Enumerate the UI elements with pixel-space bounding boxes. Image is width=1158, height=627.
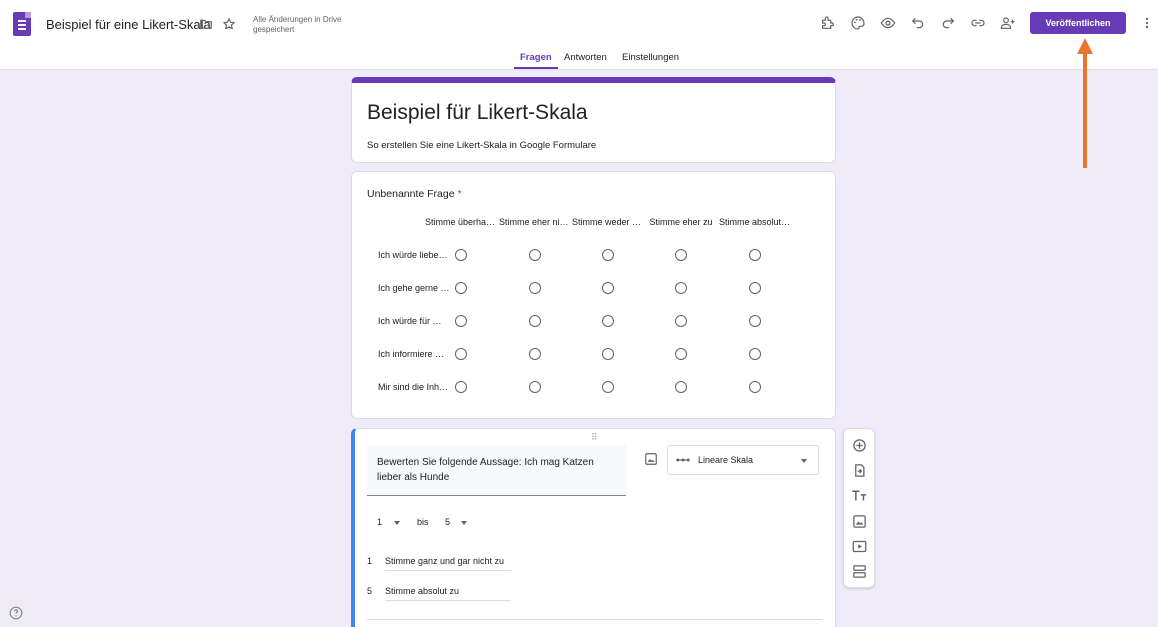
- grid-radio-button[interactable]: [455, 315, 467, 327]
- grid-radio-button[interactable]: [749, 315, 761, 327]
- grid-radio-button[interactable]: [529, 282, 541, 294]
- google-forms-icon[interactable]: [13, 12, 31, 36]
- label-max-number: 5: [367, 586, 373, 596]
- label-min-number: 1: [367, 556, 373, 566]
- question-title: Unbenannte Frage *: [367, 188, 462, 200]
- import-questions-icon[interactable]: [852, 463, 867, 478]
- grid-radio-button[interactable]: [749, 249, 761, 261]
- grid-radio-button[interactable]: [455, 381, 467, 393]
- grid-row-label: Ich gehe gerne …: [378, 283, 450, 293]
- scale-from-select[interactable]: 1: [377, 517, 382, 527]
- label-max-input[interactable]: Stimme absolut zu: [385, 586, 511, 601]
- required-asterisk: *: [457, 188, 462, 200]
- chevron-down-icon: [801, 459, 807, 463]
- grid-radio-button[interactable]: [602, 249, 614, 261]
- tab-responses[interactable]: Antworten: [564, 52, 607, 69]
- grid-row-label: Mir sind die Inh…: [378, 382, 449, 392]
- grid-radio-button[interactable]: [602, 315, 614, 327]
- grid-radio-button[interactable]: [529, 348, 541, 360]
- grid-row-label: Ich würde für …: [378, 316, 442, 326]
- card-footer-divider: [367, 619, 822, 620]
- grid-column-header: Stimme überhaupt nicht zu: [425, 217, 497, 227]
- form-header-card[interactable]: Beispiel für Likert-Skala So erstellen S…: [351, 77, 836, 163]
- question-type-label: Lineare Skala: [698, 455, 754, 465]
- more-vert-icon[interactable]: [1140, 15, 1154, 31]
- form-title[interactable]: Beispiel für Likert-Skala: [367, 101, 588, 125]
- tab-questions[interactable]: Fragen: [514, 52, 558, 69]
- grid-radio-button[interactable]: [749, 348, 761, 360]
- top-bar: Beispiel für eine Likert-Skala Alle Ände…: [0, 0, 1158, 70]
- grid-radio-button[interactable]: [675, 249, 687, 261]
- grid-column-header: Stimme eher zu: [649, 217, 713, 227]
- add-question-icon[interactable]: [852, 438, 867, 453]
- grid-radio-button[interactable]: [529, 249, 541, 261]
- addon-puzzle-icon[interactable]: [820, 15, 836, 31]
- undo-icon[interactable]: [910, 15, 926, 31]
- save-status-line1: Alle Änderungen in Drive: [253, 15, 342, 24]
- save-status: Alle Änderungen in Drive gespeichert: [253, 15, 363, 35]
- grid-row-label: Ich würde lieber…: [378, 250, 450, 260]
- label-min-input[interactable]: Stimme ganz und gar nicht zu: [385, 556, 511, 571]
- grid-question-card[interactable]: Unbenannte Frage* Stimme überhaupt nicht…: [351, 171, 836, 419]
- palette-icon[interactable]: [850, 15, 866, 31]
- active-question-card[interactable]: ⠿ Bewerten Sie folgende Aussage: Ich mag…: [351, 428, 836, 627]
- add-title-icon[interactable]: [851, 488, 868, 503]
- grid-radio-button[interactable]: [675, 282, 687, 294]
- help-icon[interactable]: [9, 606, 23, 620]
- linear-scale-icon: [676, 455, 690, 465]
- question-title-input[interactable]: Bewerten Sie folgende Aussage: Ich mag K…: [367, 445, 626, 496]
- document-title[interactable]: Beispiel für eine Likert-Skala: [46, 17, 211, 32]
- grid-radio-button[interactable]: [675, 381, 687, 393]
- chevron-down-icon[interactable]: [394, 521, 400, 525]
- star-icon[interactable]: [222, 17, 236, 31]
- grid-radio-button[interactable]: [455, 282, 467, 294]
- add-collaborator-icon[interactable]: [1000, 15, 1016, 31]
- drag-handle-icon[interactable]: ⠿: [591, 432, 599, 443]
- grid-radio-button[interactable]: [529, 315, 541, 327]
- grid-radio-button[interactable]: [602, 282, 614, 294]
- scale-to-label: bis: [417, 517, 429, 527]
- grid-radio-button[interactable]: [529, 381, 541, 393]
- save-status-line2: gespeichert: [253, 25, 295, 34]
- annotation-arrow: [1083, 50, 1087, 168]
- grid-radio-button[interactable]: [675, 315, 687, 327]
- grid-column-header: Stimme absolut zu: [719, 217, 791, 227]
- scale-to-select[interactable]: 5: [445, 517, 450, 527]
- grid-radio-button[interactable]: [455, 348, 467, 360]
- tab-settings[interactable]: Einstellungen: [622, 52, 679, 69]
- grid-radio-button[interactable]: [455, 249, 467, 261]
- grid-row-label: Ich informiere …: [378, 349, 445, 359]
- grid-column-header: Stimme weder noch zu: [572, 217, 644, 227]
- add-image-icon[interactable]: [644, 452, 658, 466]
- grid-radio-button[interactable]: [749, 381, 761, 393]
- folder-icon[interactable]: [199, 17, 213, 31]
- add-image-icon[interactable]: [852, 514, 867, 529]
- add-video-icon[interactable]: [852, 539, 867, 554]
- grid-radio-button[interactable]: [602, 381, 614, 393]
- link-icon[interactable]: [970, 15, 986, 31]
- form-description[interactable]: So erstellen Sie eine Likert-Skala in Go…: [367, 140, 596, 151]
- publish-button[interactable]: Veröffentlichen: [1030, 12, 1126, 34]
- add-section-icon[interactable]: [852, 564, 867, 579]
- question-side-toolbar: [843, 428, 875, 588]
- grid-radio-button[interactable]: [749, 282, 761, 294]
- chevron-down-icon[interactable]: [461, 521, 467, 525]
- redo-icon[interactable]: [940, 15, 956, 31]
- question-title-text: Unbenannte Frage: [367, 188, 455, 200]
- preview-eye-icon[interactable]: [880, 15, 896, 31]
- grid-column-header: Stimme eher nicht zu: [499, 217, 571, 227]
- grid-radio-button[interactable]: [602, 348, 614, 360]
- grid-radio-button[interactable]: [675, 348, 687, 360]
- question-type-select[interactable]: Lineare Skala: [667, 445, 819, 475]
